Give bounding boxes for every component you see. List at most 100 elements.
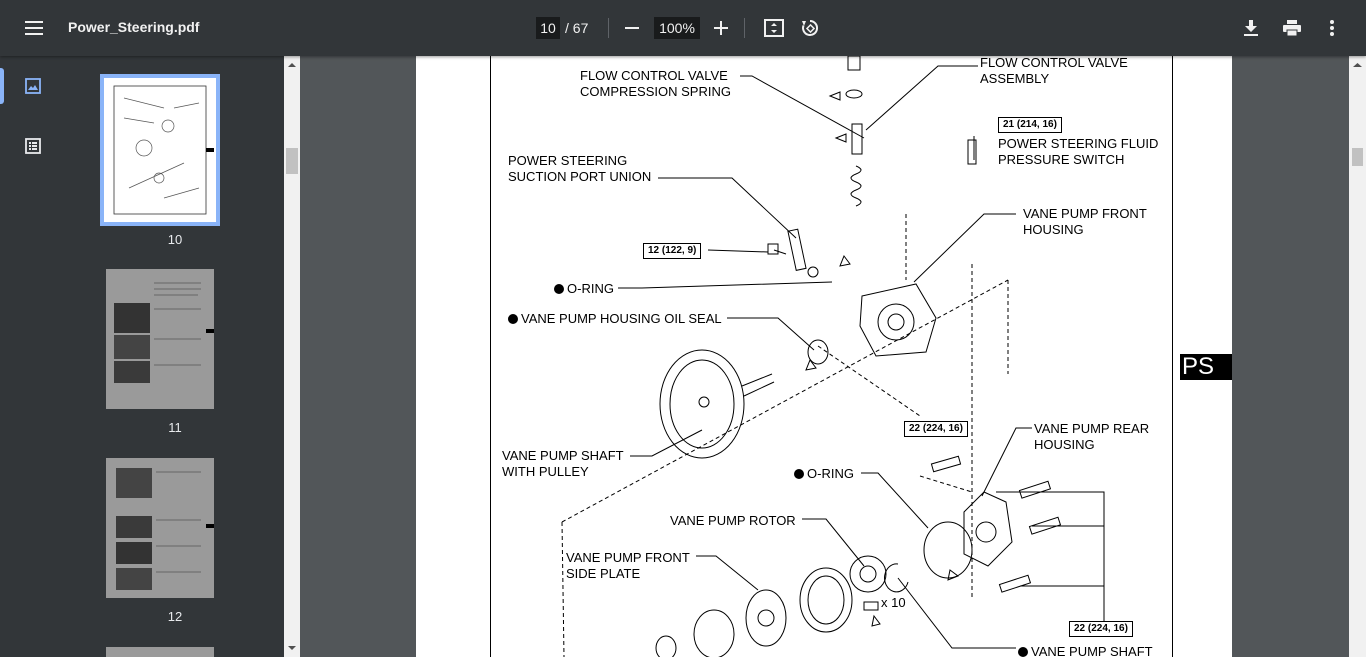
part-shape — [659, 349, 745, 459]
label-oring-2: O-RING — [794, 466, 854, 482]
zoom-in-button[interactable] — [703, 10, 739, 46]
label-fcv-spring: FLOW CONTROL VALVE COMPRESSION SPRING — [580, 68, 731, 99]
part-shape — [859, 283, 937, 357]
pdf-toolbar: Power_Steering.pdf 10 / 67 100% — [0, 0, 1366, 56]
zoom-out-button[interactable] — [614, 10, 650, 46]
outline-view-icon — [25, 138, 41, 154]
thumbnail-label: 12 — [167, 609, 183, 624]
thumbnail-view-button[interactable] — [0, 66, 66, 106]
part-shape — [693, 609, 735, 657]
thumbnail-view-icon — [25, 78, 41, 94]
leader-line — [802, 518, 865, 567]
torque-box: 21 (214, 16) — [998, 117, 1062, 133]
thumbnail-scrollbar[interactable] — [284, 56, 300, 657]
part-shape — [745, 589, 787, 647]
part-shape — [839, 254, 851, 267]
bullet-icon — [554, 284, 564, 294]
zoom-input[interactable]: 100% — [654, 17, 700, 39]
part-shape — [787, 228, 807, 271]
part-shape — [877, 303, 915, 341]
more-options-button[interactable] — [1314, 10, 1350, 46]
rotate-button[interactable] — [792, 10, 828, 46]
bullet-icon — [1018, 647, 1028, 657]
section-tab: PS — [1180, 354, 1232, 380]
hamburger-menu-icon[interactable] — [16, 10, 52, 46]
download-button[interactable] — [1233, 10, 1269, 46]
document-title: Power_Steering.pdf — [68, 19, 200, 35]
part-shape — [975, 521, 997, 543]
part-shape — [807, 339, 829, 365]
leader-line — [618, 281, 833, 289]
label-front-side-plate: VANE PUMP FRONT SIDE PLATE — [566, 550, 690, 581]
part-shape — [923, 521, 973, 579]
scroll-down-icon — [288, 646, 296, 650]
part-shape — [847, 56, 861, 71]
scroll-up-icon — [1353, 63, 1362, 67]
part-shape — [807, 266, 819, 278]
print-button[interactable] — [1274, 10, 1310, 46]
toolbar-divider — [608, 18, 609, 38]
part-shape — [757, 609, 775, 627]
thumbnail-page-10[interactable] — [100, 74, 220, 226]
part-shape — [850, 165, 862, 207]
part-shape — [698, 396, 710, 408]
part-shape — [947, 569, 960, 581]
rotate-icon — [802, 19, 819, 36]
pdf-page: FLOW CONTROL VALVE COMPRESSION SPRING FL… — [416, 56, 1232, 657]
label-x10: x 10 — [881, 595, 906, 610]
minus-icon — [625, 27, 639, 29]
leader-line — [658, 177, 797, 239]
scrollbar-thumb[interactable] — [286, 148, 298, 174]
page-number-input[interactable]: 10 — [536, 17, 560, 39]
part-shape — [834, 133, 847, 143]
part-shape — [807, 575, 845, 625]
fit-page-icon — [764, 19, 784, 37]
scrollbar-thumb[interactable] — [1352, 148, 1363, 166]
label-rear-housing: VANE PUMP REAR HOUSING — [1034, 421, 1150, 452]
torque-box: 22 (224, 16) — [1069, 621, 1133, 637]
part-shape — [828, 91, 841, 101]
thumbnail-page-13[interactable] — [106, 647, 214, 657]
label-shaft-pulley: VANE PUMP SHAFT WITH PULLEY — [502, 448, 624, 479]
thumbnail-label: 11 — [168, 420, 182, 435]
leader-line — [996, 491, 1105, 622]
part-shape — [655, 635, 677, 657]
leader-line — [773, 249, 787, 255]
part-shape — [998, 574, 1032, 593]
part-shape — [863, 601, 879, 611]
bullet-icon — [794, 469, 804, 479]
label-rotor: VANE PUMP ROTOR — [670, 513, 796, 528]
part-shape — [805, 358, 817, 371]
thumbnail-image — [113, 85, 214, 215]
thumbnail-page-11[interactable] — [106, 269, 214, 409]
part-shape — [887, 313, 905, 331]
thumbnail-panel: 10 11 12 — [66, 56, 284, 657]
scroll-up-icon — [288, 63, 296, 67]
more-vert-icon — [1330, 20, 1334, 36]
torque-box: 12 (122, 9) — [643, 243, 702, 259]
leader-line — [740, 75, 865, 139]
label-suction-union: POWER STEERING SUCTION PORT UNION — [508, 153, 652, 184]
label-pump-shaft: VANE PUMP SHAFT — [1018, 644, 1153, 657]
part-shape — [930, 455, 962, 473]
main-scrollbar[interactable] — [1349, 56, 1366, 657]
label-ps-switch: POWER STEERING FLUID PRESSURE SWITCH — [998, 136, 1159, 167]
label-oring-1: O-RING — [554, 281, 614, 297]
thumbnail-page-12[interactable] — [106, 458, 214, 598]
leader-line — [630, 429, 703, 457]
outline-view-button[interactable] — [0, 126, 66, 166]
print-icon — [1283, 20, 1301, 36]
label-fcv-assembly: FLOW CONTROL VALVE ASSEMBLY — [980, 56, 1128, 86]
part-shape — [743, 381, 775, 397]
part-shape — [1018, 480, 1052, 499]
leader-line — [913, 213, 1016, 283]
assembly-axis — [561, 521, 565, 657]
label-oil-seal: VANE PUMP HOUSING OIL SEAL — [508, 311, 722, 327]
side-nav — [0, 56, 66, 657]
leader-line — [981, 427, 1032, 497]
part-shape — [741, 373, 773, 387]
leader-line — [861, 472, 929, 529]
fit-page-button[interactable] — [756, 10, 792, 46]
part-shape — [669, 359, 735, 449]
part-shape — [884, 563, 909, 593]
